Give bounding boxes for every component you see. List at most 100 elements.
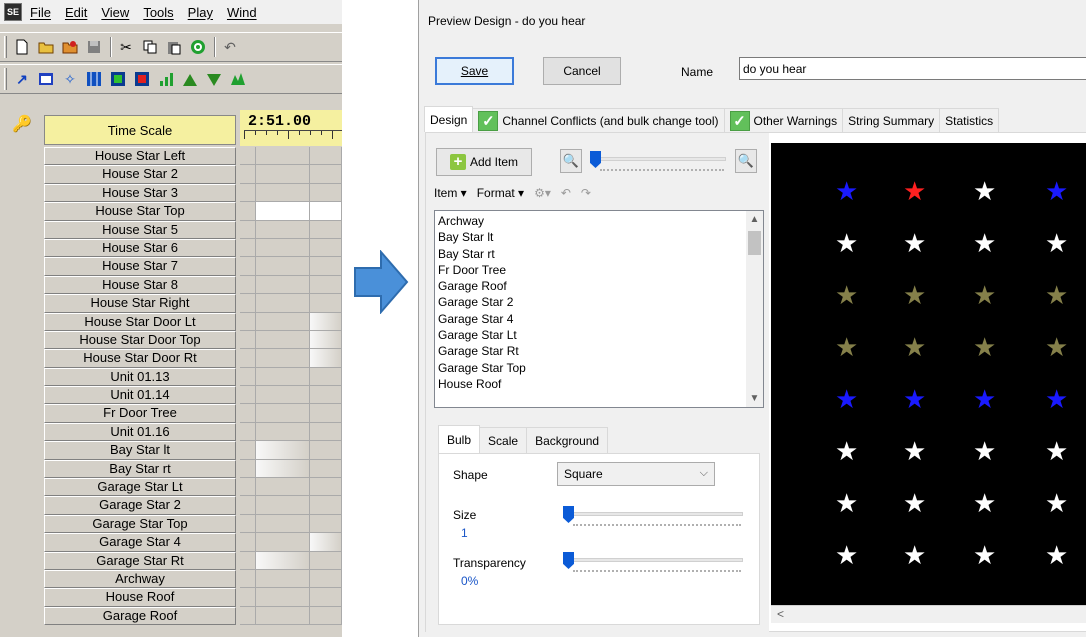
star-light[interactable]: ★: [903, 179, 926, 205]
channel-row[interactable]: Unit 01.14: [44, 386, 236, 405]
save-disk-icon[interactable]: [83, 36, 105, 58]
size-slider[interactable]: [563, 506, 747, 530]
sequence-cell[interactable]: [240, 441, 256, 460]
tab-scale[interactable]: Scale: [479, 427, 528, 453]
channel-row[interactable]: Bay Star lt: [44, 441, 236, 460]
sequence-cell[interactable]: [310, 257, 342, 276]
sequence-cell[interactable]: [310, 606, 342, 626]
tab-design[interactable]: Design: [424, 106, 474, 132]
fade-down-icon[interactable]: [203, 68, 225, 90]
green-square-icon[interactable]: [107, 68, 129, 90]
tab-channel-conflicts[interactable]: ✓ Channel Conflicts (and bulk change too…: [472, 108, 725, 132]
sequence-cell[interactable]: [256, 514, 310, 534]
list-item[interactable]: Garage Star Rt: [438, 343, 763, 359]
sequence-cell[interactable]: [256, 551, 310, 570]
sequence-cell[interactable]: [310, 386, 342, 405]
sequence-cell[interactable]: [256, 478, 310, 497]
sequence-cell[interactable]: [256, 312, 310, 331]
channel-row[interactable]: Unit 01.16: [44, 422, 236, 442]
channel-row[interactable]: House Star Top: [44, 202, 236, 221]
sequence-cell[interactable]: [240, 312, 256, 331]
list-item[interactable]: Garage Roof: [438, 278, 763, 294]
star-light[interactable]: ★: [903, 387, 926, 413]
menu-view[interactable]: View: [101, 5, 129, 20]
open-recent-icon[interactable]: [59, 36, 81, 58]
toolbar-grip[interactable]: [4, 68, 7, 90]
sequence-cell[interactable]: [310, 478, 342, 497]
sequence-cell[interactable]: [240, 459, 256, 479]
sequence-cell[interactable]: [240, 349, 256, 368]
sequence-cell[interactable]: [310, 294, 342, 313]
sequence-cell[interactable]: [310, 165, 342, 184]
zoom-slider[interactable]: [590, 151, 730, 173]
channel-row[interactable]: House Star 5: [44, 220, 236, 239]
menu-tools[interactable]: Tools: [143, 5, 173, 20]
copy-icon[interactable]: [139, 36, 161, 58]
sequence-cell[interactable]: [310, 459, 342, 479]
sequence-cell[interactable]: [256, 147, 310, 166]
sequence-cell[interactable]: [256, 275, 310, 295]
sequence-cell[interactable]: [240, 533, 256, 552]
menu-window[interactable]: Wind: [227, 5, 257, 20]
channel-row[interactable]: House Star 2: [44, 165, 236, 184]
twinkle-icon[interactable]: ✧: [59, 68, 81, 90]
sequence-cell[interactable]: [310, 569, 342, 589]
sequence-cell[interactable]: [240, 294, 256, 313]
star-light[interactable]: ★: [973, 231, 996, 257]
add-item-button[interactable]: + Add Item: [436, 148, 532, 176]
slider-thumb[interactable]: [563, 552, 574, 569]
sequence-cell[interactable]: [256, 533, 310, 552]
sequence-cell[interactable]: [240, 220, 256, 239]
sequence-cell[interactable]: [310, 588, 342, 607]
star-light[interactable]: ★: [903, 283, 926, 309]
channel-row[interactable]: Garage Star 2: [44, 496, 236, 515]
sequence-cell[interactable]: [256, 386, 310, 405]
star-light[interactable]: ★: [973, 387, 996, 413]
star-light[interactable]: ★: [835, 283, 858, 309]
sequence-cell[interactable]: [310, 238, 342, 258]
format-menu[interactable]: Format ▾: [477, 186, 524, 200]
sequence-cell[interactable]: [240, 202, 256, 221]
window-icon[interactable]: [35, 68, 57, 90]
sequence-cell[interactable]: [256, 220, 310, 239]
list-item[interactable]: Garage Star 2: [438, 294, 763, 310]
sequence-cell[interactable]: [256, 257, 310, 276]
sequence-cell[interactable]: [310, 275, 342, 295]
channel-row[interactable]: Garage Star Top: [44, 514, 236, 534]
star-light[interactable]: ★: [973, 335, 996, 361]
list-item[interactable]: Garage Star 4: [438, 311, 763, 327]
sequence-cell[interactable]: [240, 551, 256, 570]
slider-thumb[interactable]: [590, 151, 601, 168]
toolbar-grip[interactable]: [4, 36, 7, 58]
sequence-cell[interactable]: [240, 238, 256, 258]
sequence-cell[interactable]: [240, 386, 256, 405]
star-light[interactable]: ★: [835, 231, 858, 257]
sequence-cell[interactable]: [240, 275, 256, 295]
sequence-cell[interactable]: [240, 147, 256, 166]
star-light[interactable]: ★: [1045, 335, 1068, 361]
list-item[interactable]: Garage Star Top: [438, 360, 763, 376]
sequence-cell[interactable]: [256, 496, 310, 515]
sequence-cell[interactable]: [256, 606, 310, 626]
sequence-cell[interactable]: [256, 202, 310, 221]
sequence-cell[interactable]: [240, 367, 256, 387]
list-item[interactable]: Bay Star lt: [438, 229, 763, 245]
list-item[interactable]: House Roof: [438, 376, 763, 392]
sequence-cell[interactable]: [256, 459, 310, 479]
sequence-cell[interactable]: [240, 257, 256, 276]
channel-row[interactable]: House Star Right: [44, 294, 236, 313]
slider-thumb[interactable]: [563, 506, 574, 523]
star-light[interactable]: ★: [903, 439, 926, 465]
channel-row[interactable]: House Star Left: [44, 147, 236, 166]
fade-up-icon[interactable]: [179, 68, 201, 90]
sequence-cell[interactable]: [310, 367, 342, 387]
star-light[interactable]: ★: [1045, 491, 1068, 517]
shimmer-icon[interactable]: [227, 68, 249, 90]
sequence-cell[interactable]: [256, 238, 310, 258]
channel-row[interactable]: House Star 8: [44, 275, 236, 295]
menu-file[interactable]: File: [30, 5, 51, 20]
channel-row[interactable]: Bay Star rt: [44, 459, 236, 479]
star-light[interactable]: ★: [1045, 387, 1068, 413]
star-light[interactable]: ★: [1045, 179, 1068, 205]
name-input[interactable]: [739, 57, 1086, 80]
